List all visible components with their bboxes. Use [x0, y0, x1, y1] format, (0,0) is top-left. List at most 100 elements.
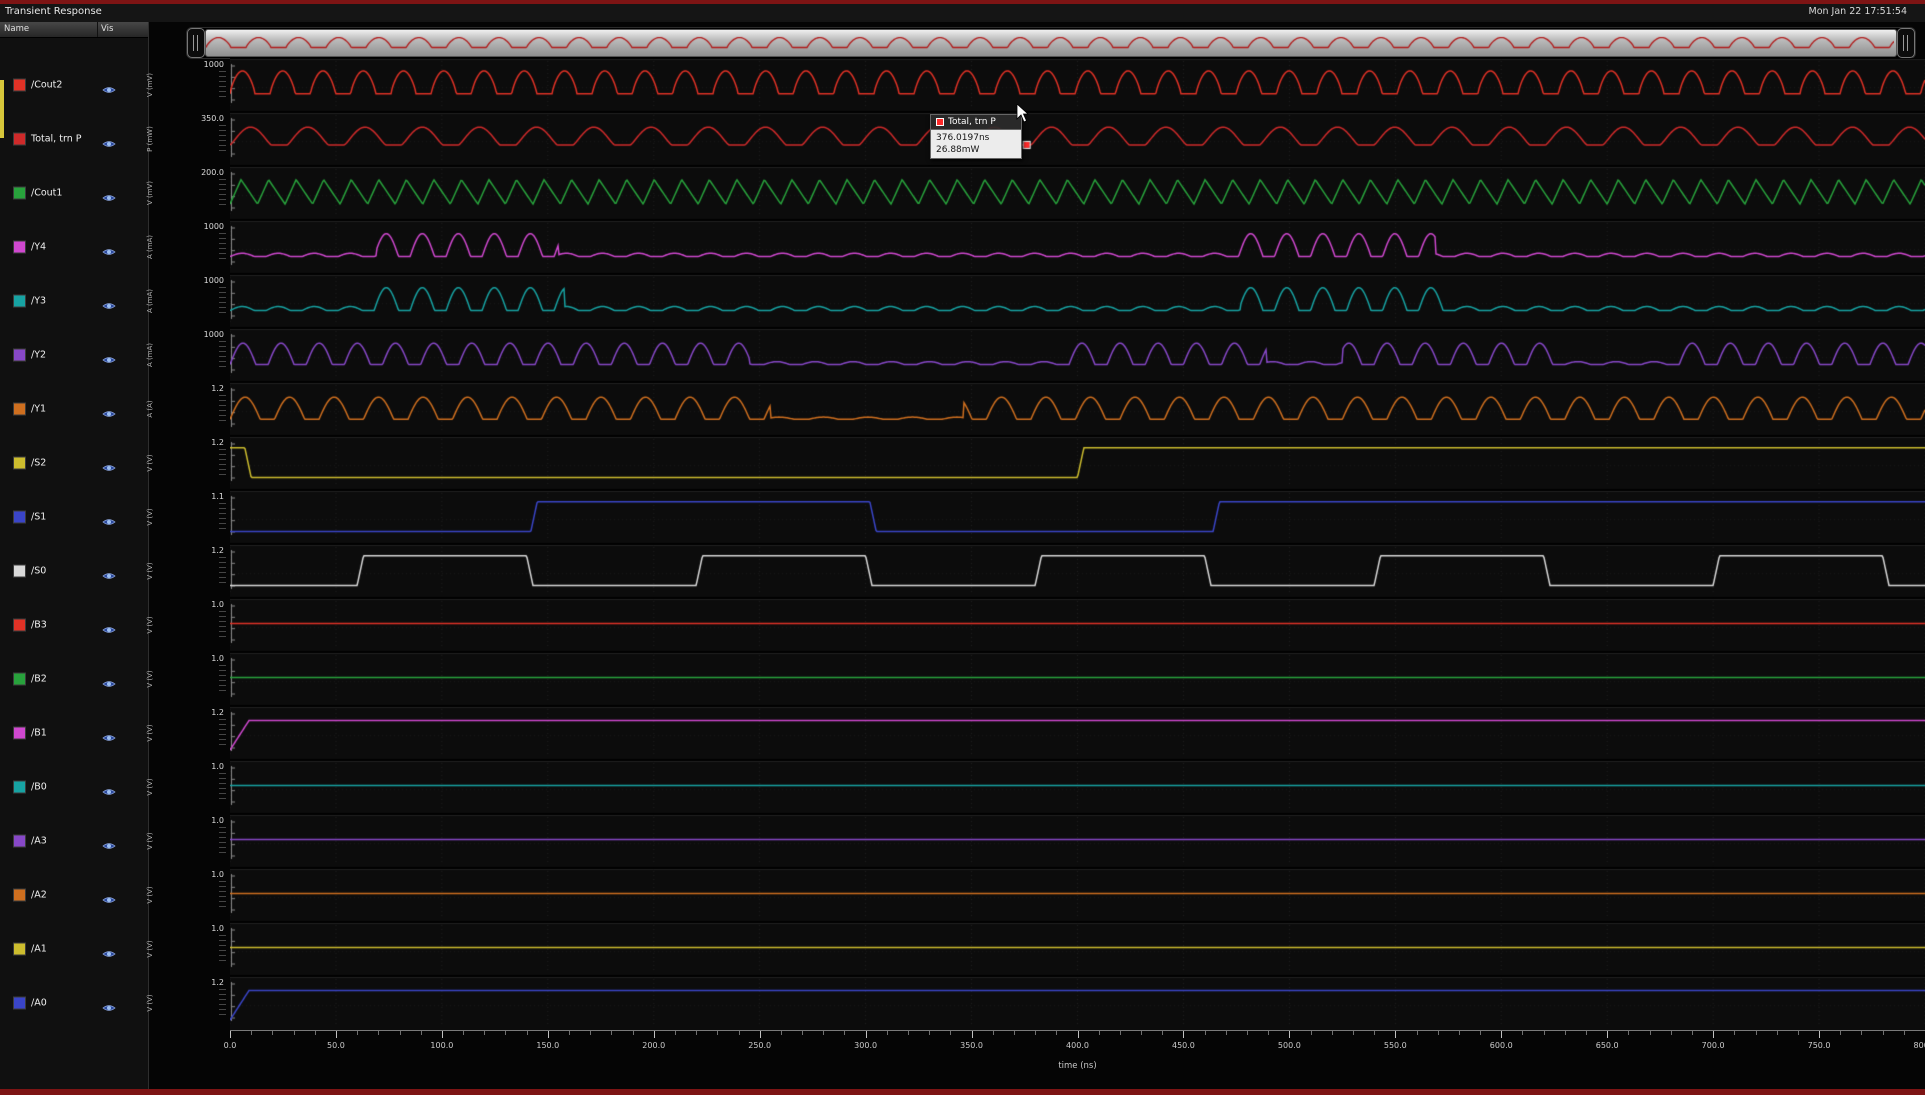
- signal-name: /Cout2: [31, 80, 62, 91]
- strip-unit-label: V (V): [146, 994, 154, 1011]
- axis-minor-tick: [294, 1031, 295, 1035]
- visibility-eye-icon[interactable]: [102, 674, 116, 684]
- visibility-eye-icon[interactable]: [102, 188, 116, 198]
- axis-minor-tick: [908, 1031, 909, 1035]
- axis-minor-tick: [1671, 1031, 1672, 1035]
- time-axis-title: time (ns): [1058, 1061, 1096, 1071]
- axis-minor-tick: [1226, 1031, 1227, 1035]
- strip-unit-label: V (V): [146, 832, 154, 849]
- signal-color-swatch: [13, 619, 26, 632]
- signal-row[interactable]: Total, trn P: [0, 112, 148, 166]
- signal-color-swatch: [13, 241, 26, 254]
- axis-minor-tick: [527, 1031, 528, 1035]
- signal-row[interactable]: /B0: [0, 760, 148, 814]
- visibility-eye-icon[interactable]: [102, 350, 116, 360]
- strip-y-axis-label: 1.0: [166, 870, 224, 879]
- axis-minor-tick: [400, 1031, 401, 1035]
- signal-row[interactable]: /A2: [0, 868, 148, 922]
- tooltip-time-value: 376.0197ns: [936, 132, 1016, 144]
- overview-scrollbar[interactable]: [186, 27, 1916, 59]
- axis-minor-tick: [1459, 1031, 1460, 1035]
- signal-row[interactable]: /Y1: [0, 382, 148, 436]
- axis-tick-label: 700.0: [1702, 1041, 1725, 1050]
- signal-name: /S2: [31, 458, 46, 469]
- signal-row[interactable]: /S1: [0, 490, 148, 544]
- axis-minor-tick: [1332, 1031, 1333, 1035]
- signal-row[interactable]: /Y2: [0, 328, 148, 382]
- overview-track[interactable]: [205, 29, 1897, 57]
- overview-left-handle[interactable]: [187, 28, 205, 58]
- strip-unit-label: V (V): [146, 508, 154, 525]
- visibility-eye-icon[interactable]: [102, 242, 116, 252]
- strip-y-axis-label: 1000: [166, 60, 224, 69]
- signal-color-swatch: [13, 781, 26, 794]
- axis-minor-tick: [1544, 1031, 1545, 1035]
- page-title: Transient Response: [5, 6, 102, 17]
- visibility-eye-icon[interactable]: [102, 134, 116, 144]
- signal-row[interactable]: /B1: [0, 706, 148, 760]
- axis-tick-label: 300.0: [854, 1041, 877, 1050]
- trace-tooltip: Total, trn P 376.0197ns 26.88mW: [930, 114, 1022, 159]
- signal-row[interactable]: /S0: [0, 544, 148, 598]
- axis-major-tick: [1183, 1031, 1184, 1038]
- visibility-eye-icon[interactable]: [102, 944, 116, 954]
- signal-row[interactable]: /B2: [0, 652, 148, 706]
- axis-major-tick: [654, 1031, 655, 1038]
- strip-y-tick-marks: [219, 935, 226, 965]
- strip-y-axis-label: 1.1: [166, 492, 224, 501]
- visibility-eye-icon[interactable]: [102, 890, 116, 900]
- visibility-eye-icon[interactable]: [102, 80, 116, 90]
- signal-name: /S0: [31, 566, 46, 577]
- strip-y-tick-marks: [219, 773, 226, 803]
- strip-unit-label: V (V): [146, 670, 154, 687]
- strip-y-axis-label: 1.2: [166, 978, 224, 987]
- visibility-eye-icon[interactable]: [102, 404, 116, 414]
- signal-row[interactable]: /Y3: [0, 274, 148, 328]
- axis-major-tick: [972, 1031, 973, 1038]
- visibility-eye-icon[interactable]: [102, 728, 116, 738]
- axis-minor-tick: [696, 1031, 697, 1035]
- signal-row[interactable]: /B3: [0, 598, 148, 652]
- axis-minor-tick: [1861, 1031, 1862, 1035]
- strip-y-axis-label: 1.0: [166, 816, 224, 825]
- axis-major-tick: [760, 1031, 761, 1038]
- signal-row[interactable]: /A1: [0, 922, 148, 976]
- strip-unit-label: V (V): [146, 562, 154, 579]
- overview-right-handle[interactable]: [1897, 28, 1915, 58]
- axis-minor-tick: [1311, 1031, 1312, 1035]
- signal-row[interactable]: /Cout2: [0, 58, 148, 112]
- strip-y-tick-marks: [219, 179, 226, 209]
- strip-y-tick-marks: [219, 989, 226, 1019]
- axis-minor-tick: [421, 1031, 422, 1035]
- axis-minor-tick: [1056, 1031, 1057, 1035]
- visibility-eye-icon[interactable]: [102, 782, 116, 792]
- visibility-eye-icon[interactable]: [102, 566, 116, 576]
- axis-minor-tick: [315, 1031, 316, 1035]
- visibility-eye-icon[interactable]: [102, 620, 116, 630]
- signal-row[interactable]: /Cout1: [0, 166, 148, 220]
- axis-minor-tick: [1904, 1031, 1905, 1035]
- axis-minor-tick: [569, 1031, 570, 1035]
- visibility-eye-icon[interactable]: [102, 296, 116, 306]
- visibility-eye-icon[interactable]: [102, 836, 116, 846]
- axis-minor-tick: [1099, 1031, 1100, 1035]
- signal-row[interactable]: /Y4: [0, 220, 148, 274]
- axis-minor-tick: [717, 1031, 718, 1035]
- waveform-plot-area[interactable]: [230, 58, 1925, 1030]
- axis-minor-tick: [1883, 1031, 1884, 1035]
- strip-unit-label: P (mW): [146, 126, 154, 152]
- visibility-eye-icon[interactable]: [102, 458, 116, 468]
- signal-row[interactable]: /A0: [0, 976, 148, 1030]
- visibility-eye-icon[interactable]: [102, 998, 116, 1008]
- visibility-eye-icon[interactable]: [102, 512, 116, 522]
- axis-tick-label: 50.0: [327, 1041, 345, 1050]
- axis-tick-label: 100.0: [430, 1041, 453, 1050]
- signal-color-swatch: [13, 673, 26, 686]
- signal-row[interactable]: /S2: [0, 436, 148, 490]
- signal-name: /A1: [31, 944, 47, 955]
- axis-minor-tick: [1374, 1031, 1375, 1035]
- signal-row[interactable]: /A3: [0, 814, 148, 868]
- strip-y-tick-marks: [219, 71, 226, 101]
- axis-minor-tick: [1268, 1031, 1269, 1035]
- axis-major-tick: [442, 1031, 443, 1038]
